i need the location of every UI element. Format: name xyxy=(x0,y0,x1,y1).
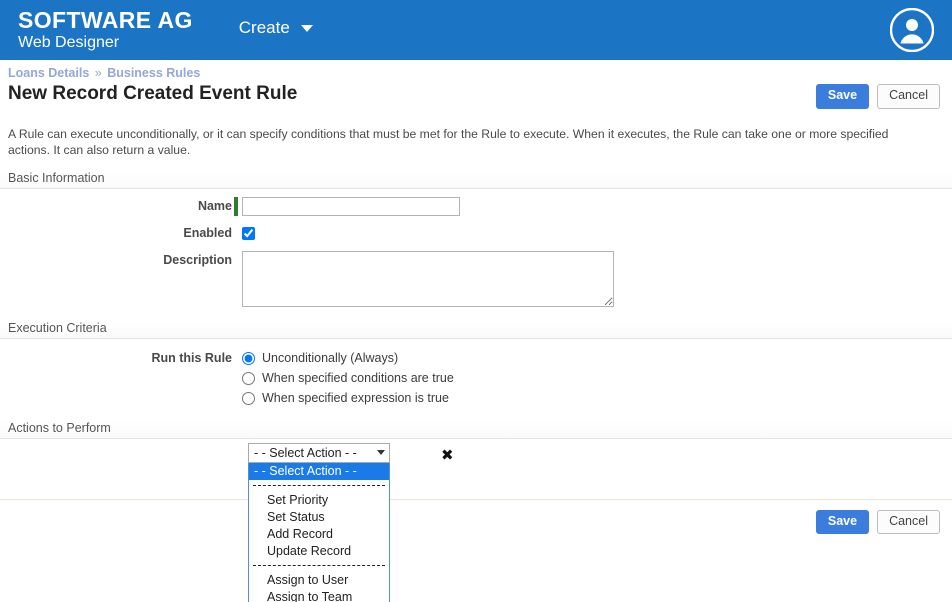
breadcrumb: Loans Details » Business Rules xyxy=(0,60,952,80)
action-select-wrapper: - - Select Action - - - - Select Action … xyxy=(248,442,390,602)
radio-input-expression-true[interactable] xyxy=(242,391,255,405)
app-header-bar: SOFTWARE AG Web Designer Create xyxy=(0,0,952,60)
description-label: Description xyxy=(163,252,232,267)
action-select-options-list[interactable]: - - Select Action - - Set Priority Set S… xyxy=(248,462,390,602)
brand-subtitle: Web Designer xyxy=(18,34,120,51)
form-row-enabled: Enabled xyxy=(0,216,952,243)
bottom-action-buttons: Save Cancel xyxy=(0,500,952,535)
action-option-set-status[interactable]: Set Status xyxy=(249,509,389,526)
action-option-assign-to-team[interactable]: Assign to Team xyxy=(249,589,389,602)
action-option-update-record[interactable]: Update Record xyxy=(249,543,389,560)
name-input[interactable] xyxy=(242,196,460,216)
action-option-select-action[interactable]: - - Select Action - - xyxy=(249,462,389,480)
page-title: New Record Created Event Rule xyxy=(8,83,298,104)
form-row-description: Description xyxy=(0,243,952,307)
action-option-separator xyxy=(249,480,389,492)
breadcrumb-separator: » xyxy=(94,66,102,80)
enabled-checkbox[interactable] xyxy=(242,226,255,240)
section-header-actions-to-perform: Actions to Perform xyxy=(0,420,952,439)
required-indicator-name xyxy=(234,196,238,216)
form-row-run-this-rule: Run this Rule Unconditionally (Always) W… xyxy=(0,339,952,409)
action-option-set-priority[interactable]: Set Priority xyxy=(249,492,389,509)
action-option-separator xyxy=(249,560,389,572)
cancel-button-top[interactable]: Cancel xyxy=(877,84,940,109)
run-rule-radio-group: Unconditionally (Always) When specified … xyxy=(242,349,454,409)
create-menu-button[interactable]: Create xyxy=(239,18,313,42)
brand-name: SOFTWARE AG xyxy=(18,7,193,33)
form-row-name: Name xyxy=(0,189,952,216)
radio-input-unconditionally[interactable] xyxy=(242,351,255,365)
actions-to-perform-area: - - Select Action - - - - Select Action … xyxy=(0,439,952,602)
name-label: Name xyxy=(197,198,232,213)
radio-label-conditions-true[interactable]: When specified conditions are true xyxy=(262,371,454,385)
action-select-button[interactable]: - - Select Action - - xyxy=(248,442,390,463)
radio-label-expression-true[interactable]: When specified expression is true xyxy=(262,391,449,405)
action-select-value: - - Select Action - - xyxy=(254,445,357,460)
radio-option-expression-true[interactable]: When specified expression is true xyxy=(242,389,454,408)
radio-option-conditions-true[interactable]: When specified conditions are true xyxy=(242,369,454,388)
radio-option-unconditionally[interactable]: Unconditionally (Always) xyxy=(242,349,454,368)
page-description: A Rule can execute unconditionally, or i… xyxy=(8,126,889,158)
brand-logo: SOFTWARE AG Web Designer xyxy=(18,9,193,51)
top-action-buttons: Save Cancel xyxy=(815,84,940,109)
cancel-button-bottom[interactable]: Cancel xyxy=(877,509,940,535)
chevron-down-icon xyxy=(300,24,313,32)
description-textarea[interactable] xyxy=(242,250,614,307)
radio-input-conditions-true[interactable] xyxy=(242,371,255,385)
breadcrumb-item-loans-details[interactable]: Loans Details xyxy=(8,66,89,80)
radio-label-unconditionally[interactable]: Unconditionally (Always) xyxy=(262,351,398,365)
run-this-rule-label: Run this Rule xyxy=(151,350,232,365)
create-menu-label: Create xyxy=(238,18,290,37)
breadcrumb-item-business-rules[interactable]: Business Rules xyxy=(107,66,200,80)
close-x-icon[interactable]: ✖ xyxy=(441,447,454,463)
enabled-label: Enabled xyxy=(183,225,232,240)
section-header-basic-information: Basic Information xyxy=(0,170,952,189)
action-option-add-record[interactable]: Add Record xyxy=(249,526,389,543)
save-button-top[interactable]: Save xyxy=(815,84,870,109)
save-button-bottom[interactable]: Save xyxy=(815,509,870,535)
action-option-assign-to-user[interactable]: Assign to User xyxy=(249,572,389,589)
page-title-row: New Record Created Event Rule Save Cance… xyxy=(0,80,952,109)
triangle-down-icon xyxy=(377,450,385,455)
section-header-execution-criteria: Execution Criteria xyxy=(0,320,952,339)
user-avatar-icon[interactable] xyxy=(889,7,935,53)
